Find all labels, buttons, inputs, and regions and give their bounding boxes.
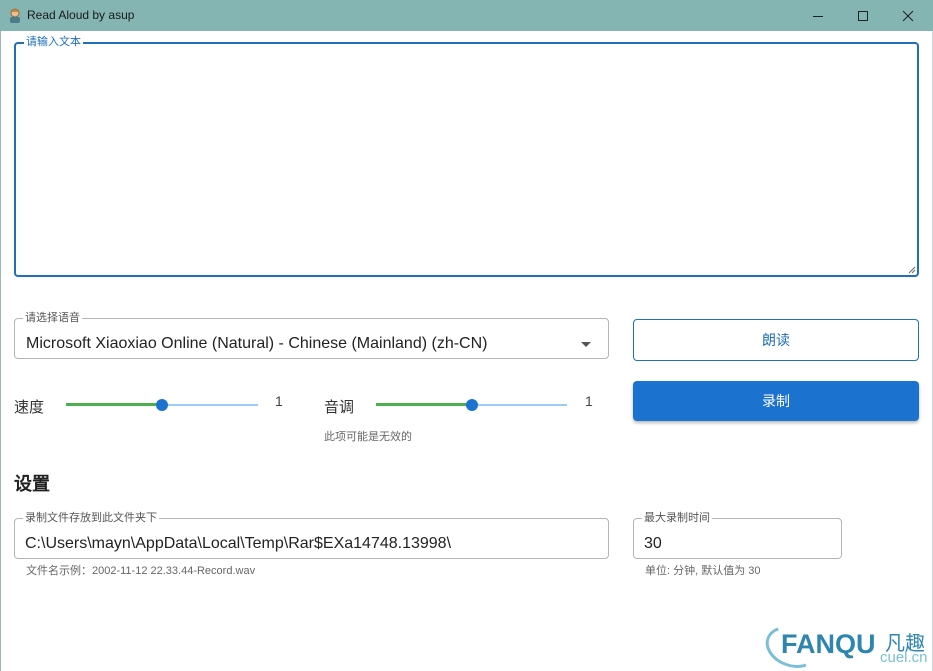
folder-field-box: 录制文件存放到此文件夹下 [14, 513, 609, 559]
voice-select[interactable]: 请选择语音 Microsoft Xiaoxiao Online (Natural… [14, 313, 609, 359]
window-title: Read Aloud by asup [27, 8, 135, 22]
minimize-icon [813, 15, 823, 17]
speed-slider-thumb[interactable] [156, 399, 168, 411]
max-time-field-box: 最大录制时间 [633, 513, 842, 559]
settings-title: 设置 [14, 474, 50, 494]
folder-hint: 文件名示例：2002-11-12 22.33.44-Record.wav [26, 565, 256, 577]
maximize-button[interactable] [840, 0, 886, 31]
max-time-legend: 最大录制时间 [644, 512, 710, 524]
text-input-legend: 请输入文本 [26, 36, 81, 48]
pitch-slider[interactable] [376, 399, 567, 411]
pitch-value: 1 [585, 393, 593, 409]
text-input[interactable] [22, 54, 911, 269]
pitch-hint: 此项可能是无效的 [324, 431, 412, 443]
watermark-main-text: FANQU [781, 629, 876, 659]
close-icon [902, 10, 914, 21]
pitch-label: 音调 [324, 399, 355, 416]
title-bar: Read Aloud by asup [0, 0, 933, 31]
window-border-left [0, 31, 1, 671]
voice-select-legend: 请选择语音 [25, 312, 80, 324]
maximize-icon [858, 10, 868, 21]
text-input-box: 请输入文本 [14, 37, 919, 277]
voice-select-value: Microsoft Xiaoxiao Online (Natural) - Ch… [26, 335, 488, 352]
max-time-hint: 单位: 分钟, 默认值为 30 [645, 565, 761, 577]
pitch-slider-thumb[interactable] [465, 399, 478, 411]
folder-path-input[interactable] [25, 533, 600, 555]
pitch-slider-fill [376, 403, 472, 406]
minimize-button[interactable] [795, 0, 841, 31]
watermark-url-text: cuel.cn [880, 649, 928, 666]
folder-field-legend: 录制文件存放到此文件夹下 [25, 512, 157, 524]
speed-slider[interactable] [66, 399, 258, 411]
speed-value: 1 [275, 393, 283, 409]
speed-slider-fill [66, 403, 162, 406]
fanqu-watermark-logo: FANQU 凡趣 cuel.cn [759, 618, 931, 671]
close-button[interactable] [885, 0, 931, 31]
max-time-input[interactable] [644, 533, 833, 555]
resize-grip-icon[interactable] [908, 266, 916, 274]
chevron-down-icon[interactable] [581, 342, 591, 347]
record-button[interactable]: 录制 [633, 381, 919, 421]
read-aloud-button[interactable]: 朗读 [633, 319, 919, 361]
speed-label: 速度 [14, 399, 45, 416]
person-app-icon [10, 8, 20, 23]
